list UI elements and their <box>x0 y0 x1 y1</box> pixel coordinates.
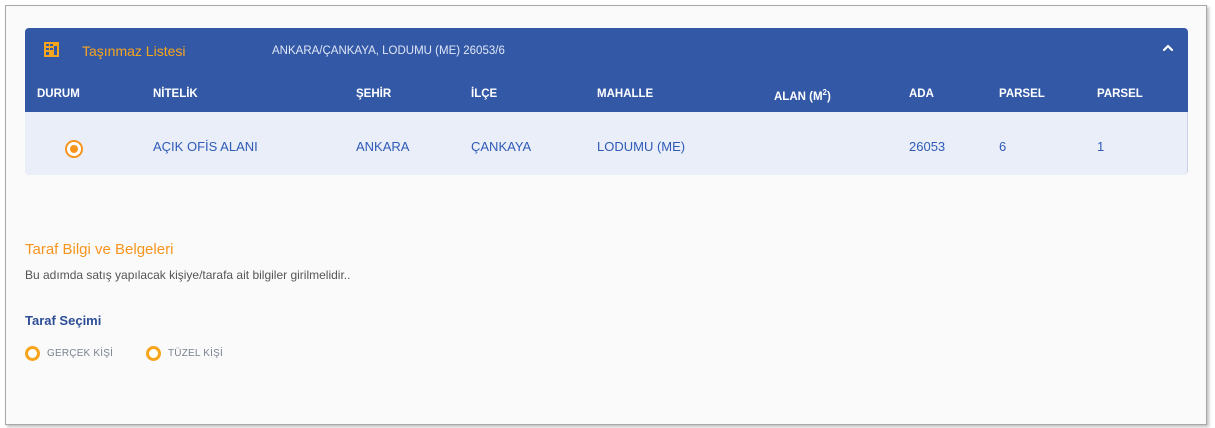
cell-parsel-1: 6 <box>999 139 1007 154</box>
col-alan: ALAN (M2) <box>774 88 831 103</box>
property-location: ANKARA/ÇANKAYA, LODUMU (ME) 26053/6 <box>272 45 505 57</box>
col-alan-label: ALAN (M <box>774 90 823 103</box>
table-header-row: DURUM NİTELİK ŞEHİR İLÇE MAHALLE ALAN (M… <box>25 88 1188 108</box>
cell-ilce: ÇANKAYA <box>471 139 532 154</box>
radio-gercek-kisi[interactable]: GERÇEK KİŞİ <box>25 345 113 361</box>
col-mahalle: MAHALLE <box>597 88 654 100</box>
radio-tuzel-kisi[interactable]: TÜZEL KİŞİ <box>146 345 223 361</box>
chevron-up-icon[interactable] <box>1160 40 1176 56</box>
col-nitelik: NİTELİK <box>153 88 198 100</box>
party-selection-label: Taraf Seçimi <box>25 313 102 328</box>
row-select-radio[interactable] <box>65 140 83 158</box>
section-description: Bu adımda satış yapılacak kişiye/tarafa … <box>25 268 351 282</box>
cell-sehir: ANKARA <box>356 139 410 154</box>
radio-circle-icon[interactable] <box>25 345 40 361</box>
section-title: Taraf Bilgi ve Belgeleri <box>25 241 174 258</box>
building-icon <box>44 42 59 57</box>
cell-parsel-2: 1 <box>1097 139 1105 154</box>
card-title: Taşınmaz Listesi <box>82 43 186 59</box>
radio-gercek-kisi-label: GERÇEK KİŞİ <box>47 347 114 359</box>
col-ilce: İLÇE <box>471 88 498 100</box>
card-header: Taşınmaz Listesi ANKARA/ÇANKAYA, LODUMU … <box>25 28 1188 112</box>
cell-nitelik: AÇIK OFİS ALANI <box>153 139 258 154</box>
radio-circle-icon[interactable] <box>146 345 161 361</box>
property-list-card: Taşınmaz Listesi ANKARA/ÇANKAYA, LODUMU … <box>25 28 1188 175</box>
cell-mahalle: LODUMU (ME) <box>597 139 686 154</box>
page-frame: Taşınmaz Listesi ANKARA/ÇANKAYA, LODUMU … <box>5 5 1207 425</box>
col-parsel-2: PARSEL <box>1097 88 1143 100</box>
table-row[interactable]: AÇIK OFİS ALANI ANKARA ÇANKAYA LODUMU (M… <box>25 112 1188 175</box>
col-durum: DURUM <box>37 88 80 100</box>
radio-tuzel-kisi-label: TÜZEL KİŞİ <box>168 347 223 359</box>
col-alan-end: ) <box>827 90 831 103</box>
cell-ada: 26053 <box>909 139 946 154</box>
col-sehir: ŞEHİR <box>356 88 392 100</box>
card-title-row: Taşınmaz Listesi ANKARA/ÇANKAYA, LODUMU … <box>25 28 1188 70</box>
col-parsel-1: PARSEL <box>999 88 1045 100</box>
col-ada: ADA <box>909 88 934 100</box>
